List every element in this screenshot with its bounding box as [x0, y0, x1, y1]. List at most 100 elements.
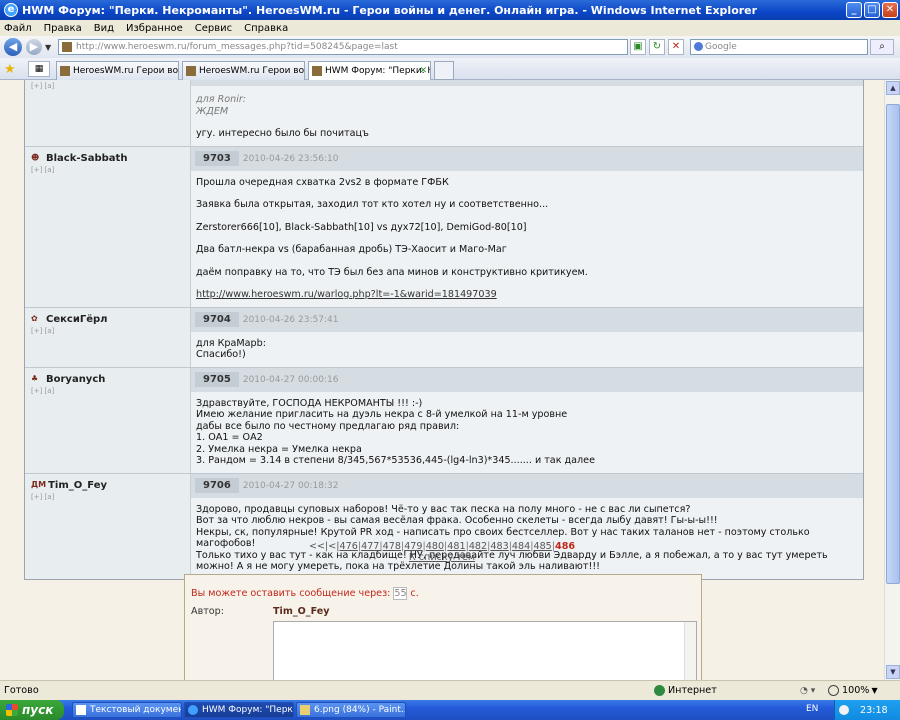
- quick-tabs-button[interactable]: ▦: [28, 61, 50, 77]
- menu-file[interactable]: Файл: [4, 23, 32, 34]
- post-paragraph: Прошла очередная схватка 2vs2 в формате …: [196, 176, 449, 188]
- start-button[interactable]: пуск: [0, 700, 64, 720]
- post-number[interactable]: 9704: [195, 312, 239, 327]
- post-number[interactable]: 9706: [195, 478, 239, 493]
- minimize-button[interactable]: _: [846, 2, 862, 18]
- back-to-topics-link[interactable]: К списку тем: [409, 552, 475, 563]
- menu-edit[interactable]: Правка: [44, 23, 82, 34]
- post-body-column: 9704 2010-04-26 23:57:41 для КраМарb: Сп…: [191, 307, 863, 367]
- page-link[interactable]: 476: [340, 541, 358, 552]
- forum-post: ♣ Boryanych [+] [a] 9705 2010-04-27 00:0…: [25, 366, 863, 473]
- scroll-up-icon[interactable]: ▲: [886, 81, 900, 95]
- close-button[interactable]: ✕: [882, 2, 898, 18]
- scroll-down-icon[interactable]: ▼: [886, 665, 900, 679]
- refresh-button[interactable]: ↻: [649, 39, 665, 55]
- page-link[interactable]: 483: [490, 541, 508, 552]
- tab-close-icon[interactable]: ✕: [419, 66, 427, 76]
- start-label: пуск: [22, 703, 54, 717]
- tab-heroeswm-2[interactable]: HeroesWM.ru Герои войны ...: [182, 61, 305, 80]
- window-title-bar[interactable]: e HWM Форум: "Перки. Некроманты". Heroes…: [0, 0, 900, 20]
- author-nick[interactable]: Tim_O_Fey: [48, 480, 107, 491]
- post-author-column: ✿ СексиГёрл [+] [a]: [25, 307, 191, 367]
- author-links[interactable]: [+] [a]: [31, 327, 184, 335]
- author-nick[interactable]: СексиГёрл: [46, 314, 107, 325]
- navigation-bar: ◀ ▶ ▼ http://www.heroeswm.ru/forum_messa…: [0, 36, 900, 58]
- post-number[interactable]: 9703: [195, 151, 239, 166]
- post-header: 9703 2010-04-26 23:56:10: [191, 146, 863, 171]
- page-link[interactable]: 482: [469, 541, 487, 552]
- tray-icon[interactable]: [839, 705, 849, 715]
- page-link[interactable]: 478: [383, 541, 401, 552]
- search-button[interactable]: ⌕: [870, 39, 894, 55]
- forum-post: ☻ Black-Sabbath [+] [a] 9703 2010-04-26 …: [25, 145, 863, 307]
- taskbar-item-notepad[interactable]: Текстовый докумен...: [72, 702, 182, 718]
- zoom-dropdown-icon[interactable]: ▼: [871, 686, 877, 695]
- author-name[interactable]: ✿ СексиГёрл: [31, 314, 184, 325]
- clan-icon: ☻: [31, 153, 40, 162]
- maximize-button[interactable]: □: [864, 2, 880, 18]
- page-link[interactable]: 479: [404, 541, 422, 552]
- paint-icon: [300, 705, 310, 715]
- textarea-scrollbar[interactable]: [684, 622, 696, 680]
- menu-view[interactable]: Вид: [94, 23, 114, 34]
- page-link[interactable]: 485: [533, 541, 551, 552]
- new-tab-button[interactable]: [434, 61, 454, 80]
- tab-heroeswm-1[interactable]: HeroesWM.ru Герои войны ...: [56, 61, 179, 80]
- protected-mode-icon[interactable]: ◔ ▾: [800, 686, 815, 696]
- pager-first-prev[interactable]: <<|<|: [309, 541, 340, 552]
- taskbar-item-ie[interactable]: HWM Форум: "Перки...: [184, 702, 294, 718]
- status-bar: Готово Интернет ◔ ▾ 100% ▼: [0, 680, 900, 700]
- clock: 23:18: [860, 704, 888, 716]
- page-link[interactable]: 481: [447, 541, 465, 552]
- author-links[interactable]: [+] [a]: [31, 493, 184, 501]
- post-paragraph: Два батл-некра vs (барабанная дробь) ТЭ-…: [196, 244, 507, 255]
- author-name[interactable]: ☻ Black-Sabbath: [31, 153, 184, 164]
- search-input[interactable]: Google: [690, 39, 868, 55]
- author-name[interactable]: ♣ Boryanych: [31, 374, 184, 385]
- security-zone: Интернет: [654, 685, 717, 696]
- author-nick[interactable]: Black-Sabbath: [46, 153, 127, 164]
- reply-wait-suffix: с.: [410, 588, 419, 599]
- forum-thread: [+] [a] для Ronir: ЖДЕМ угу. интересно б…: [24, 80, 864, 580]
- back-to-topics: К списку тем: [0, 552, 884, 563]
- reply-wait-counter: 55: [393, 587, 408, 600]
- post-number[interactable]: 9705: [195, 372, 239, 387]
- author-nick[interactable]: Boryanych: [46, 374, 105, 385]
- post-text: для КраМарb: Спасибо!): [191, 332, 863, 367]
- author-links[interactable]: [+] [a]: [31, 166, 184, 174]
- zoom-icon: [828, 685, 839, 696]
- google-icon: [694, 42, 703, 51]
- menu-help[interactable]: Справка: [244, 23, 288, 34]
- menu-favorites[interactable]: Избранное: [126, 23, 183, 34]
- tab-forum-active[interactable]: HWM Форум: "Перки. Не..." ✕: [308, 61, 431, 80]
- scroll-thumb[interactable]: [886, 104, 900, 584]
- back-button[interactable]: ◀: [4, 38, 22, 56]
- page-link[interactable]: 484: [512, 541, 530, 552]
- history-dropdown-icon[interactable]: ▼: [45, 43, 51, 52]
- window-title: HWM Форум: "Перки. Некроманты". HeroesWM…: [22, 3, 758, 17]
- search-placeholder: Google: [705, 42, 737, 52]
- menu-tools[interactable]: Сервис: [195, 23, 232, 34]
- reply-message-textarea[interactable]: [273, 621, 697, 680]
- page-scrollbar[interactable]: ▲ ▼: [884, 80, 900, 680]
- zoom-control[interactable]: 100% ▼: [828, 685, 878, 696]
- post-text: Здравствуйте, ГОСПОДА НЕКРОМАНТЫ !!! :-)…: [191, 392, 863, 473]
- favorites-star-icon[interactable]: ★: [4, 62, 16, 77]
- page-link[interactable]: 477: [361, 541, 379, 552]
- post-paragraph: Здравствуйте, ГОСПОДА НЕКРОМАНТЫ !!! :-)…: [196, 397, 595, 467]
- language-indicator[interactable]: EN: [806, 704, 818, 714]
- compatibility-icon[interactable]: ▣: [630, 39, 646, 55]
- system-tray: 23:18: [834, 700, 900, 720]
- taskbar-item-paint[interactable]: 6.png (84%) - Paint....: [296, 702, 406, 718]
- author-links[interactable]: [+] [a]: [31, 82, 184, 90]
- clan-badge[interactable]: ДМ: [31, 480, 46, 490]
- page-link[interactable]: 480: [426, 541, 444, 552]
- forward-button[interactable]: ▶: [26, 39, 42, 55]
- address-bar[interactable]: http://www.heroeswm.ru/forum_messages.ph…: [58, 39, 628, 55]
- stop-button[interactable]: ✕: [668, 39, 684, 55]
- zone-label: Интернет: [668, 685, 717, 696]
- author-name[interactable]: ДМ Tim_O_Fey: [31, 480, 184, 491]
- warlog-link[interactable]: http://www.heroeswm.ru/warlog.php?lt=-1&…: [196, 289, 497, 300]
- tab-label: HWM Форум: "Перки. Не...": [325, 66, 430, 76]
- author-links[interactable]: [+] [a]: [31, 387, 184, 395]
